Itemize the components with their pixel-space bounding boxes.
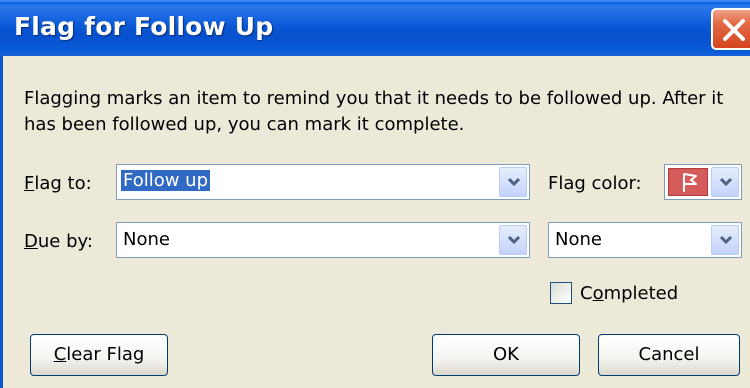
title-bar: Flag for Follow Up <box>0 0 750 56</box>
chevron-down-icon <box>719 235 733 245</box>
chevron-down-icon <box>719 177 733 187</box>
dialog-title: Flag for Follow Up <box>14 12 274 41</box>
clear-flag-button[interactable]: Clear Flag <box>30 334 168 376</box>
flag-to-value: Follow up <box>121 170 211 191</box>
flag-color-picker[interactable] <box>664 164 742 200</box>
due-date-value: None <box>123 229 170 250</box>
flag-to-dropdown-button[interactable] <box>499 167 527 197</box>
due-by-label: Due by: <box>24 231 93 252</box>
due-time-dropdown-button[interactable] <box>711 225 739 255</box>
completed-label[interactable]: Completed <box>580 283 678 304</box>
completed-checkbox[interactable] <box>550 282 572 304</box>
flag-to-label: Flag to: <box>24 173 92 194</box>
chevron-down-icon <box>507 177 521 187</box>
due-time-value: None <box>555 229 602 250</box>
description-text: Flagging marks an item to remind you tha… <box>24 88 724 135</box>
flag-color-swatch <box>668 168 708 196</box>
flag-to-combo[interactable]: Follow up <box>116 164 530 200</box>
flag-color-dropdown-button[interactable] <box>711 167 739 197</box>
cancel-button[interactable]: Cancel <box>598 334 740 376</box>
close-icon <box>723 19 745 41</box>
chevron-down-icon <box>507 235 521 245</box>
flag-color-label: Flag color: <box>548 173 642 194</box>
flag-icon <box>683 173 697 192</box>
due-date-combo[interactable]: None <box>116 222 530 258</box>
ok-button[interactable]: OK <box>432 334 580 376</box>
due-date-dropdown-button[interactable] <box>499 225 527 255</box>
close-button[interactable] <box>711 8 750 50</box>
due-time-combo[interactable]: None <box>548 222 742 258</box>
